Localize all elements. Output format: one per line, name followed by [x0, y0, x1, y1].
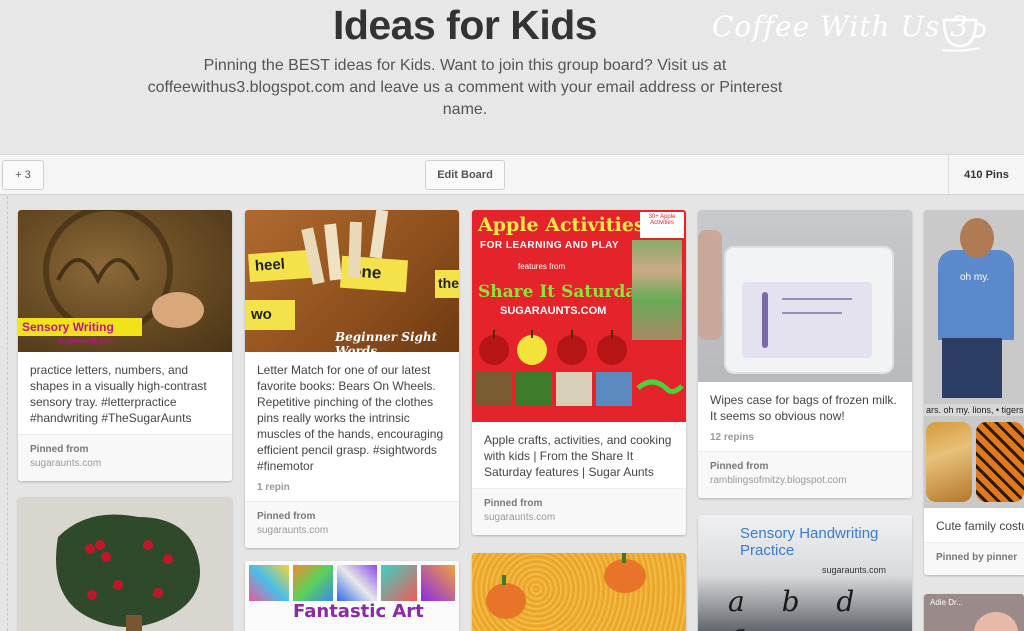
- pin-description: practice letters, numbers, and shapes in…: [30, 363, 207, 425]
- pin-card[interactable]: heel one wo the Beginner Sight Words Let…: [245, 210, 459, 548]
- pin-card[interactable]: Wipes case for bags of frozen milk. It s…: [698, 210, 912, 498]
- pin-image[interactable]: heel one wo the Beginner Sight Words: [245, 210, 459, 352]
- face: [974, 612, 1018, 631]
- pinned-by-label: Pinned by pinner: [936, 552, 1018, 563]
- pin-image[interactable]: [472, 553, 686, 631]
- pin-card[interactable]: oh my. ars. oh my. lions, • tigers Cute …: [924, 210, 1024, 575]
- pin-image[interactable]: Sensory Writing sugaraunts.com: [18, 210, 232, 352]
- person-shirt: [938, 250, 1014, 340]
- pin-image-features: features from: [518, 262, 566, 271]
- pin-image-label: Sensory Writing: [18, 318, 142, 336]
- pin-image[interactable]: Apple Activities FOR LEARNING AND PLAY f…: [472, 210, 686, 422]
- pin-image[interactable]: oh my. ars. oh my. lions, • tigers: [924, 210, 1024, 508]
- tiger-costume: [976, 422, 1024, 502]
- pin-card[interactable]: Apple Activities FOR LEARNING AND PLAY f…: [472, 210, 686, 535]
- pumpkin-stem: [502, 575, 506, 585]
- art-thumb: [337, 565, 377, 601]
- pin-image-subtitle: FOR LEARNING AND PLAY: [480, 240, 620, 251]
- lion-costume: [926, 422, 972, 502]
- pin-source-link[interactable]: sugaraunts.com: [30, 457, 220, 471]
- collaborators-button[interactable]: + 3: [2, 160, 44, 190]
- pin-image-site: sugaraunts.com: [822, 565, 887, 575]
- art-thumb: [293, 565, 333, 601]
- pin-image-label: Beginner Sight Words: [335, 330, 438, 352]
- pin-footer: Pinned from ramblingsofmitzy.blogspot.co…: [698, 451, 912, 498]
- pin-card[interactable]: [472, 553, 686, 631]
- pin-card[interactable]: Sensory Writing sugaraunts.com practice …: [18, 210, 232, 481]
- pin-image-caption: ars. oh my. lions, • tigers: [924, 404, 1024, 416]
- pins-count-tab[interactable]: 410 Pins: [948, 155, 1024, 194]
- board-header: Ideas for Kids Pinning the BEST ideas fo…: [0, 0, 1024, 154]
- pin-card[interactable]: [18, 497, 232, 631]
- word-card: wo: [245, 300, 295, 330]
- shirt-text: oh my.: [960, 272, 990, 283]
- art-thumb: [249, 565, 289, 601]
- pin-image[interactable]: [18, 497, 232, 631]
- pumpkin: [604, 559, 646, 593]
- clothespin: [324, 223, 342, 281]
- pumpkin: [486, 583, 526, 619]
- repin-count: 12 repins: [710, 432, 754, 443]
- watermark-text: Coffee With Us 3: [712, 10, 970, 43]
- pin-card[interactable]: Fantastic Art: [245, 561, 459, 631]
- pumpkin-stem: [622, 553, 626, 563]
- board-toolbar: + 3 Edit Board 410 Pins: [0, 154, 1024, 195]
- pin-card[interactable]: Adie Dr...: [924, 594, 1024, 631]
- pin-image-site: SUGARAUNTS.COM: [500, 305, 607, 317]
- person-pants: [942, 338, 1002, 398]
- coffee-cup-icon: [941, 18, 986, 52]
- repin-count: 1 repin: [257, 482, 290, 493]
- word-card: heel: [248, 249, 312, 283]
- pin-source-link[interactable]: sugaraunts.com: [484, 511, 674, 525]
- watermark: Coffee With Us 3: [712, 10, 986, 52]
- pin-description: Wipes case for bags of frozen milk. It s…: [710, 393, 897, 423]
- pin-image-letters: a b d q: [728, 585, 869, 631]
- pin-image-title: Apple Activities: [478, 214, 645, 236]
- column-divider: [0, 196, 8, 631]
- pin-footer: Pinned from sugaraunts.com: [472, 488, 686, 535]
- pinned-from-label: Pinned from: [484, 498, 543, 509]
- board-description: Pinning the BEST ideas for Kids. Want to…: [147, 57, 783, 118]
- person-head: [960, 218, 994, 258]
- pin-image-site: sugaraunts.com: [58, 336, 115, 345]
- pin-image-title: Sensory Handwriting Practice: [740, 525, 879, 559]
- pin-image[interactable]: Fantastic Art: [245, 561, 459, 631]
- edit-board-button[interactable]: Edit Board: [425, 160, 505, 190]
- clothespin: [348, 221, 362, 279]
- art-thumb: [381, 565, 417, 601]
- milk-bag: [742, 282, 872, 358]
- pin-description: Letter Match for one of our latest favor…: [257, 363, 444, 473]
- pin-image-label: Adie Dr...: [930, 598, 963, 607]
- pin-image-badge: 30+ Apple Activities: [640, 212, 684, 238]
- clothespin: [369, 210, 389, 259]
- pin-footer: Pinned from sugaraunts.com: [245, 501, 459, 548]
- pin-footer: Pinned from sugaraunts.com: [18, 434, 232, 481]
- pin-description: Cute family costu: [936, 519, 1024, 533]
- art-thumb: [421, 565, 455, 601]
- pin-source-link[interactable]: ramblingsofmitzy.blogspot.com: [710, 474, 900, 488]
- apples-illustration: [476, 330, 684, 406]
- pin-image-share: Share It Saturday: [478, 282, 647, 302]
- pin-image[interactable]: Sensory Handwriting Practice sugaraunts.…: [698, 515, 912, 631]
- photo-collage: [632, 240, 682, 340]
- pin-footer: Pinned by pinner: [924, 542, 1024, 575]
- pin-image-title: Fantastic Art: [293, 601, 424, 622]
- pin-source-link[interactable]: sugaraunts.com: [257, 524, 447, 538]
- hand: [698, 230, 722, 340]
- pin-image[interactable]: [698, 210, 912, 382]
- pin-description: Apple crafts, activities, and cooking wi…: [484, 433, 672, 479]
- pin-card[interactable]: Sensory Handwriting Practice sugaraunts.…: [698, 515, 912, 631]
- pinned-from-label: Pinned from: [30, 444, 89, 455]
- word-card: the: [435, 270, 459, 298]
- felt-tree-illustration: [56, 514, 200, 631]
- pinned-from-label: Pinned from: [257, 511, 316, 522]
- pin-image[interactable]: Adie Dr...: [924, 594, 1024, 631]
- pinned-from-label: Pinned from: [710, 461, 769, 472]
